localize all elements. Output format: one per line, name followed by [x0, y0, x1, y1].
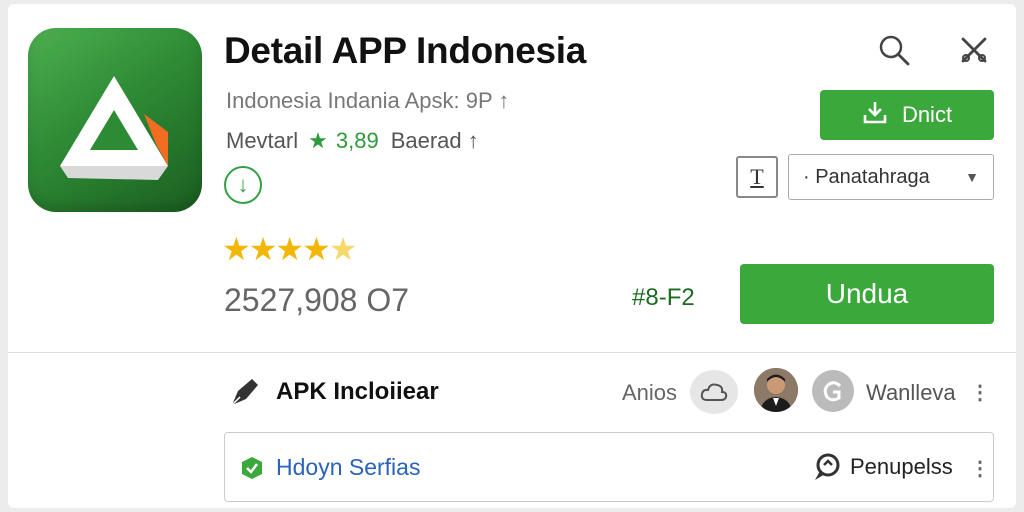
- search-icon[interactable]: [872, 30, 916, 70]
- download-button[interactable]: Dnict: [820, 90, 994, 140]
- rating-suffix: Baerad ↑: [390, 128, 479, 153]
- cloud-icon[interactable]: [690, 370, 738, 414]
- download-arrow-icon[interactable]: ↓: [224, 166, 262, 204]
- download-tray-icon: [862, 99, 888, 131]
- developer-name[interactable]: Mevtarl: [226, 128, 298, 154]
- text-format-button[interactable]: T: [736, 156, 778, 198]
- version-dropdown[interactable]: · Panatahrаga ▼: [788, 154, 994, 200]
- app-logo-icon: [28, 28, 202, 212]
- services-link[interactable]: Hdoyn Serfias: [276, 454, 420, 481]
- section-divider: [8, 352, 1016, 353]
- bar-right-label: Anios: [622, 380, 678, 405]
- install-button[interactable]: Undua: [740, 264, 994, 324]
- shield-check-icon: [240, 456, 264, 485]
- row-action-label[interactable]: Penupelss: [850, 454, 953, 480]
- app-subtitle: Indonesia Indania Apsk: 9P ↑: [226, 88, 510, 113]
- star-half-icon: ★: [328, 231, 358, 267]
- stars-full: ★★★★: [222, 231, 331, 267]
- more-options-icon[interactable]: ⋮: [970, 380, 990, 405]
- apk-section-label: APK Incloiiear: [276, 378, 439, 405]
- download-count: 2527,908 O7: [224, 282, 410, 318]
- user-label[interactable]: Wanlleva: [866, 380, 956, 406]
- chat-bubble-icon: [812, 452, 842, 487]
- dropdown-value: · Panatahrаga: [803, 165, 930, 188]
- star-icon: ★: [308, 128, 328, 153]
- avatar[interactable]: [754, 368, 798, 412]
- app-meta: Mevtarl ★ 3,89 Baerad ↑: [226, 128, 479, 154]
- app-title: Detail APP Indonesia: [224, 30, 587, 71]
- rating-value: 3,89: [335, 128, 379, 153]
- star-rating: ★★★★★: [222, 230, 358, 268]
- app-code: #8-F2: [632, 284, 695, 311]
- row-more-icon[interactable]: ⋮: [970, 456, 990, 481]
- download-button-label: Dnict: [901, 102, 953, 127]
- pen-icon: [228, 375, 262, 414]
- account-g-icon[interactable]: [812, 370, 854, 412]
- close-icon[interactable]: [952, 30, 996, 70]
- chevron-down-icon: ▼: [965, 169, 979, 185]
